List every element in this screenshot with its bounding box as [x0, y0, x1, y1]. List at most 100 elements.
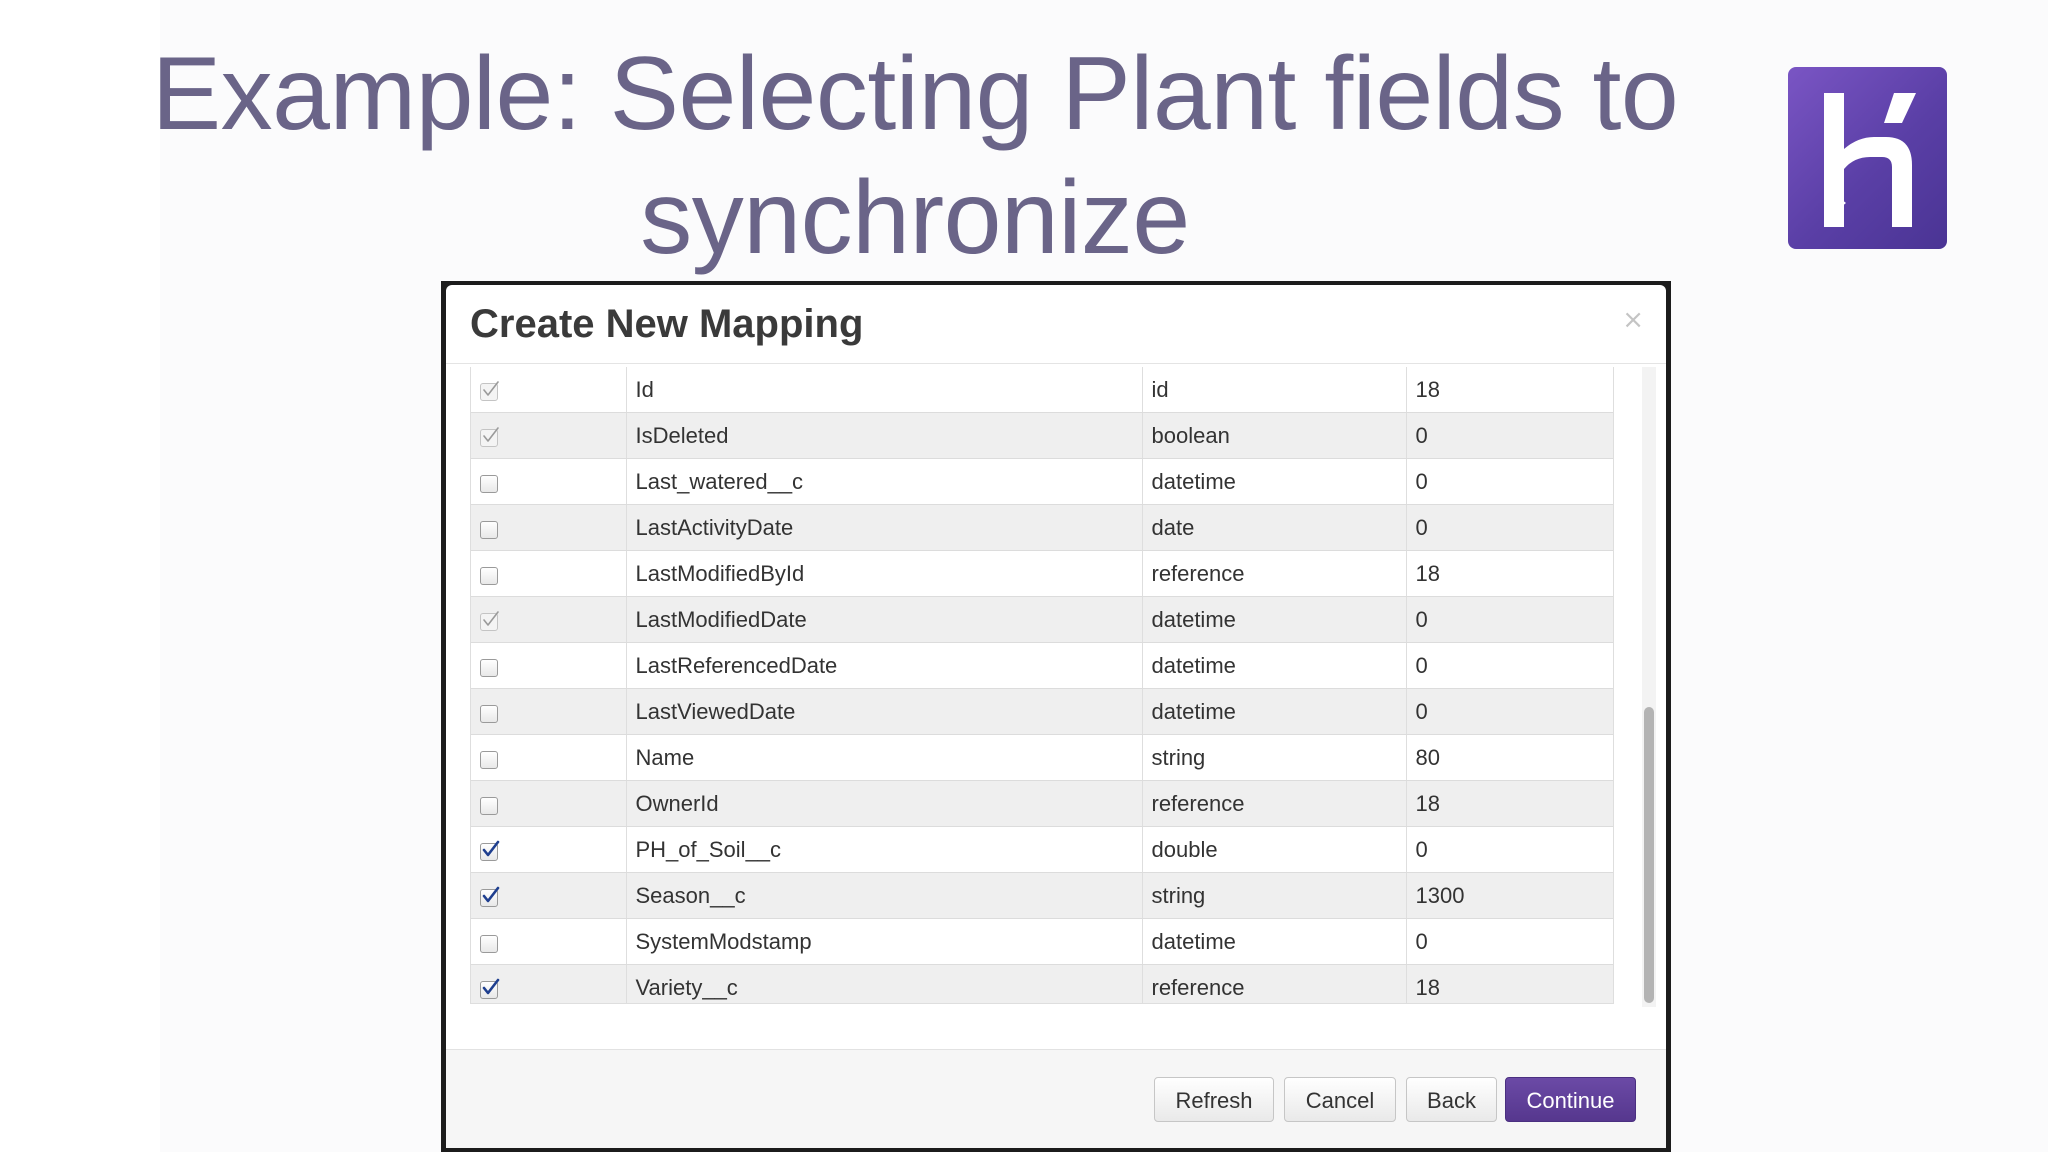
table-row: Variety__c reference 18: [471, 964, 1613, 1003]
field-checkbox-cell: [471, 367, 627, 413]
field-checkbox-cell: [471, 964, 627, 1003]
field-length-cell: 0: [1406, 826, 1613, 873]
field-type-cell: reference: [1142, 550, 1407, 597]
close-icon[interactable]: ×: [1622, 305, 1644, 335]
field-checkbox-cell: [471, 688, 627, 735]
field-checkbox[interactable]: [480, 704, 498, 723]
table-row: LastModifiedDate datetime 0: [471, 596, 1613, 643]
field-length-cell: 80: [1406, 734, 1613, 781]
table-row: LastModifiedById reference 18: [471, 550, 1613, 597]
checkmark-icon: [482, 978, 500, 994]
field-name-cell: LastActivityDate: [626, 504, 1143, 551]
field-name-cell: LastViewedDate: [626, 688, 1143, 735]
checkmark-icon: [483, 380, 499, 396]
field-checkbox-cell: [471, 918, 627, 965]
slide-title-line-1: Example: Selecting Plant fields to: [151, 36, 1679, 152]
field-type-cell: datetime: [1142, 458, 1407, 505]
field-name-cell: Id: [626, 367, 1143, 413]
field-length-cell: 0: [1406, 918, 1613, 965]
fields-table-container: Id id 18 IsDeleted boolean 0 Last_watered__c da…: [470, 367, 1614, 1004]
dialog-title: Create New Mapping: [470, 302, 864, 346]
field-name-cell: SystemModstamp: [626, 918, 1143, 965]
field-type-cell: date: [1142, 504, 1407, 551]
field-name-cell: OwnerId: [626, 780, 1143, 827]
field-length-cell: 0: [1406, 504, 1613, 551]
field-type-cell: reference: [1142, 964, 1407, 1003]
table-row: SystemModstamp datetime 0: [471, 918, 1613, 965]
fields-table-body: Id id 18 IsDeleted boolean 0 Last_watered__c da…: [471, 367, 1613, 1003]
field-checkbox[interactable]: [480, 840, 500, 861]
field-type-cell: datetime: [1142, 688, 1407, 735]
field-length-cell: 18: [1406, 550, 1613, 597]
heroku-logo-icon: [1788, 67, 1947, 249]
field-name-cell: PH_of_Soil__c: [626, 826, 1143, 873]
continue-button[interactable]: Continue: [1505, 1077, 1636, 1122]
table-row: Season__c string 1300: [471, 872, 1613, 919]
field-checkbox[interactable]: [480, 978, 500, 999]
scrollbar-thumb[interactable]: [1644, 707, 1654, 1003]
field-type-cell: datetime: [1142, 596, 1407, 643]
field-checkbox-cell: [471, 550, 627, 597]
field-type-cell: double: [1142, 826, 1407, 873]
field-checkbox[interactable]: [480, 886, 500, 907]
table-row: PH_of_Soil__c double 0: [471, 826, 1613, 873]
create-mapping-dialog: Create New Mapping × Id id 18 IsDeleted bool…: [446, 285, 1666, 1148]
field-checkbox[interactable]: [480, 750, 498, 769]
field-length-cell: 0: [1406, 596, 1613, 643]
table-row: LastViewedDate datetime 0: [471, 688, 1613, 735]
field-checkbox-cell: [471, 872, 627, 919]
field-type-cell: id: [1142, 367, 1407, 413]
field-name-cell: LastModifiedDate: [626, 596, 1143, 643]
field-checkbox-cell: [471, 458, 627, 505]
field-checkbox: [480, 426, 499, 447]
table-row: LastActivityDate date 0: [471, 504, 1613, 551]
checkmark-icon: [482, 886, 500, 902]
field-checkbox[interactable]: [480, 520, 498, 539]
field-length-cell: 18: [1406, 964, 1613, 1003]
field-checkbox-cell: [471, 826, 627, 873]
field-name-cell: Last_watered__c: [626, 458, 1143, 505]
field-checkbox-cell: [471, 412, 627, 459]
field-type-cell: string: [1142, 734, 1407, 781]
field-checkbox[interactable]: [480, 658, 498, 677]
field-checkbox[interactable]: [480, 934, 498, 953]
field-type-cell: datetime: [1142, 918, 1407, 965]
field-type-cell: string: [1142, 872, 1407, 919]
field-name-cell: LastReferencedDate: [626, 642, 1143, 689]
field-checkbox-cell: [471, 642, 627, 689]
field-checkbox-cell: [471, 504, 627, 551]
table-scrollbar[interactable]: [1642, 367, 1656, 1007]
slide-title-line-2: synchronize: [640, 160, 1190, 276]
field-length-cell: 0: [1406, 458, 1613, 505]
table-row: Id id 18: [471, 367, 1613, 413]
field-checkbox-cell: [471, 596, 627, 643]
field-checkbox[interactable]: [480, 474, 498, 493]
field-length-cell: 0: [1406, 642, 1613, 689]
field-name-cell: LastModifiedById: [626, 550, 1143, 597]
field-name-cell: Variety__c: [626, 964, 1143, 1003]
field-checkbox-cell: [471, 780, 627, 827]
field-name-cell: IsDeleted: [626, 412, 1143, 459]
refresh-button[interactable]: Refresh: [1154, 1077, 1274, 1122]
table-row: Last_watered__c datetime 0: [471, 458, 1613, 505]
table-row: OwnerId reference 18: [471, 780, 1613, 827]
back-button[interactable]: Back: [1406, 1077, 1497, 1122]
field-type-cell: reference: [1142, 780, 1407, 827]
field-length-cell: 18: [1406, 780, 1613, 827]
field-name-cell: Name: [626, 734, 1143, 781]
field-type-cell: datetime: [1142, 642, 1407, 689]
checkmark-icon: [483, 610, 499, 626]
dialog-header: Create New Mapping ×: [446, 285, 1666, 364]
field-length-cell: 18: [1406, 367, 1613, 413]
field-checkbox: [480, 610, 499, 631]
table-row: Name string 80: [471, 734, 1613, 781]
cancel-button[interactable]: Cancel: [1284, 1077, 1396, 1122]
field-checkbox[interactable]: [480, 566, 498, 585]
checkmark-icon: [482, 840, 500, 856]
slide-title: Example: Selecting Plant fields to synch…: [150, 32, 1680, 280]
table-row: LastReferencedDate datetime 0: [471, 642, 1613, 689]
field-checkbox[interactable]: [480, 796, 498, 815]
field-checkbox: [480, 380, 499, 401]
table-row: IsDeleted boolean 0: [471, 412, 1613, 459]
fields-table: Id id 18 IsDeleted boolean 0 Last_watered__c da…: [471, 367, 1613, 1003]
